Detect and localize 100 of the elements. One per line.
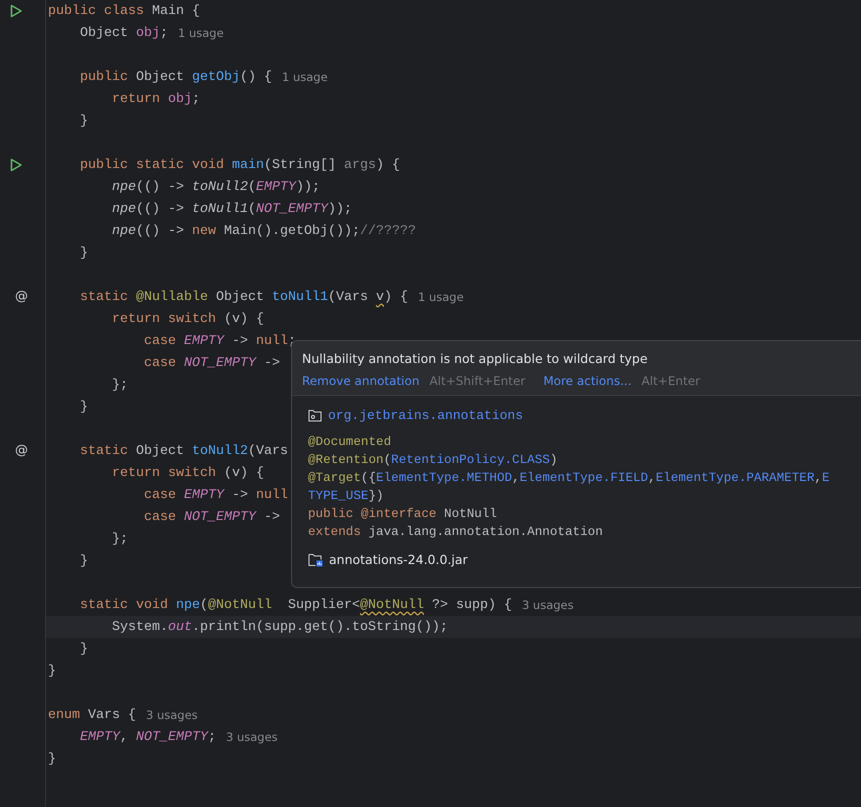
keyword: static void (78, 598, 169, 612)
keyword: case (142, 334, 177, 348)
constant: NOT_EMPTY (136, 730, 208, 744)
run-icon[interactable] (9, 4, 23, 18)
function-name: npe (176, 598, 200, 612)
doc-link[interactable]: RetentionPolicy.CLASS (391, 453, 550, 467)
doc-link[interactable]: TYPE_USE (308, 489, 368, 503)
code-text: ?> supp) { (430, 598, 512, 612)
annotation: @Documented (308, 435, 392, 449)
method-call: toNull2 (192, 180, 248, 194)
field-name: obj (168, 92, 192, 106)
keyword: enum (48, 708, 81, 722)
package-folder-icon (308, 409, 322, 422)
annotation-gutter-icon[interactable]: @ (15, 444, 28, 458)
code-text: )); (296, 180, 320, 194)
code-text: } (78, 246, 88, 260)
keyword: public (78, 70, 129, 84)
constant: EMPTY (184, 334, 224, 348)
annotation: @Target (308, 471, 361, 485)
run-icon[interactable] (9, 158, 23, 172)
code-text: } (48, 664, 56, 678)
action-link[interactable]: More actions... (543, 373, 632, 389)
keyword: return switch (110, 466, 217, 480)
code-text: ; (192, 92, 200, 106)
package-link[interactable]: org.jetbrains.annotations (328, 408, 524, 423)
code-text: , (648, 471, 656, 485)
constant: NOT_EMPTY (184, 356, 256, 370)
keyword: case (142, 488, 177, 502)
code-text: }; (110, 532, 128, 546)
usage-hint: 3 usages (146, 708, 198, 722)
code-text: ) (550, 453, 558, 467)
action-link[interactable]: Remove annotation (302, 373, 420, 389)
keyword: public static void (78, 158, 225, 172)
method-call: npe (110, 180, 136, 194)
parameter: args (344, 158, 376, 172)
code-text: () { (240, 70, 272, 84)
code-text: ; (208, 730, 216, 744)
constant: NOT_EMPTY (184, 510, 256, 524)
doc-link[interactable]: E (822, 471, 830, 485)
comment: //????? (360, 224, 416, 238)
code-text: -> (262, 510, 280, 524)
code-text: ({ (360, 471, 376, 485)
usage-hint: 1 usage (282, 70, 328, 84)
code-text: Main().getObj()); (224, 224, 360, 238)
code-text: } (48, 752, 56, 766)
keyword: @interface (360, 507, 438, 521)
code-text: (v) { (224, 466, 264, 480)
method-call: toNull1 (192, 202, 248, 216)
library-name: annotations-24.0.0.jar (329, 552, 468, 567)
code-text: ) { (384, 290, 408, 304)
annotation-gutter-icon[interactable]: @ (15, 290, 28, 304)
keyword: null (256, 334, 288, 348)
code-text: ( (200, 598, 208, 612)
code-text: Object (214, 290, 265, 304)
keyword: public (308, 507, 354, 521)
code-text: Object (136, 70, 185, 84)
code-text: (v) { (224, 312, 264, 326)
doc-link[interactable]: ElementType.METHOD (376, 471, 512, 485)
constant: NOT_EMPTY (256, 202, 328, 216)
code-text: , (814, 471, 822, 485)
keyword: static (78, 444, 129, 458)
field-name: obj (136, 26, 160, 40)
doc-link[interactable]: ElementType.FIELD (520, 471, 648, 485)
code-text: Main { (152, 4, 200, 18)
code-text: (String[] (264, 158, 337, 172)
code-text: ( (248, 180, 256, 194)
shortcut-hint: Alt+Enter (642, 373, 700, 389)
code-text: (() -> (136, 180, 185, 194)
keyword: static (78, 290, 129, 304)
keyword: return (110, 92, 161, 106)
keyword: public class (48, 4, 145, 18)
annotation: @Nullable (136, 290, 208, 304)
annotation: @NotNull (208, 598, 272, 612)
code-text: , (120, 730, 129, 744)
code-text: Vars { (88, 708, 136, 722)
annotation: @Retention (308, 453, 384, 467)
function-name: toNull2 (192, 444, 248, 458)
code-text: -> (230, 488, 249, 502)
function-name: getObj (192, 70, 240, 84)
code-text: (() -> (136, 202, 185, 216)
usage-hint: 3 usages (522, 598, 574, 612)
constant: EMPTY (184, 488, 224, 502)
keyword: case (142, 356, 177, 370)
keyword: return switch (110, 312, 217, 326)
usage-hint: 1 usage (418, 290, 464, 304)
code-text: ( (248, 202, 256, 216)
code-text: .println(supp.get().toString()); (192, 620, 448, 634)
code-text: (Vars (328, 290, 369, 304)
constant: EMPTY (256, 180, 296, 194)
code-text: } (78, 642, 88, 656)
code-text: -> (230, 334, 249, 348)
code-text: } (78, 554, 88, 568)
function-name: main (232, 158, 264, 172)
constant: EMPTY (78, 730, 120, 744)
code-text: , (512, 471, 520, 485)
code-text: ; (160, 26, 168, 40)
code-text: } (78, 400, 88, 414)
annotation: @NotNull (360, 598, 424, 612)
doc-link[interactable]: ElementType.PARAMETER (656, 471, 814, 485)
code-text: ) { (376, 158, 400, 172)
